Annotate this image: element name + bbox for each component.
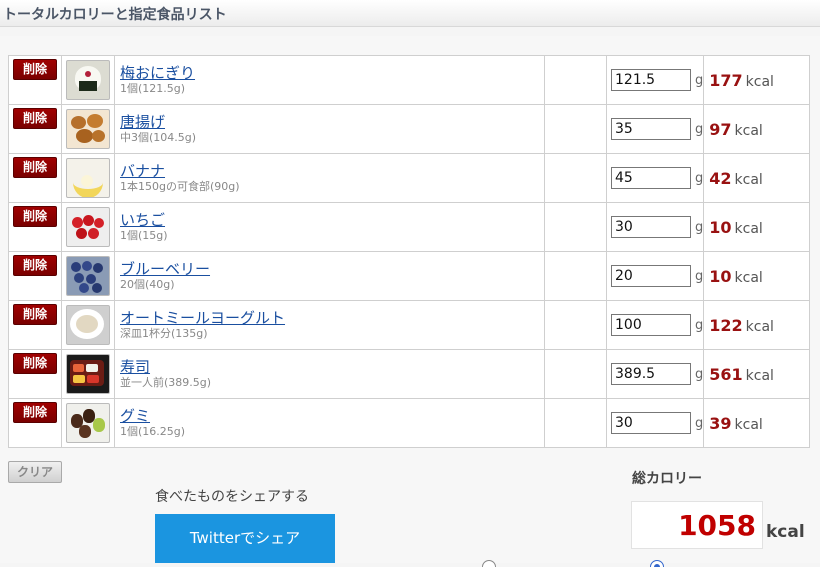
kcal-unit: kcal <box>734 220 763 237</box>
calorie-value: 10 <box>709 266 732 286</box>
total-calorie-label: 総カロリー <box>632 471 702 487</box>
gram-unit: g <box>695 170 704 186</box>
calorie-value: 39 <box>709 413 732 433</box>
gram-unit: g <box>695 415 704 431</box>
table-row: 削除 ブルーベリー20個(40g) g 10kcal <box>8 251 811 301</box>
radio-options-strip <box>480 557 820 567</box>
kcal-unit: kcal <box>734 171 763 188</box>
food-name-link[interactable]: オートミールヨーグルト <box>120 309 544 327</box>
gummy-icon <box>66 403 110 443</box>
calorie-value: 10 <box>709 217 732 237</box>
food-portion: 深皿1杯分(135g) <box>120 326 208 340</box>
food-portion: 1個(121.5g) <box>120 81 186 95</box>
food-name-link[interactable]: 梅おにぎり <box>120 64 544 82</box>
delete-button[interactable]: 削除 <box>13 255 57 276</box>
food-portion: 20個(40g) <box>120 277 175 291</box>
table-row: 削除 バナナ1本150gの可食部(90g) g 42kcal <box>8 153 811 203</box>
kcal-unit: kcal <box>734 122 763 139</box>
calorie-value: 561 <box>709 364 743 384</box>
amount-input[interactable] <box>611 265 691 287</box>
calorie-value: 42 <box>709 168 732 188</box>
radio-button[interactable] <box>482 560 496 567</box>
total-calorie-unit: kcal <box>766 522 805 542</box>
amount-input[interactable] <box>611 118 691 140</box>
blueberry-icon <box>66 256 110 296</box>
strawberry-icon <box>66 207 110 247</box>
kcal-unit: kcal <box>745 318 774 335</box>
food-name-link[interactable]: 唐揚げ <box>120 113 544 131</box>
calorie-value: 122 <box>709 315 743 335</box>
gram-unit: g <box>695 72 704 88</box>
gram-unit: g <box>695 219 704 235</box>
karaage-icon <box>66 109 110 149</box>
kcal-unit: kcal <box>745 73 774 90</box>
amount-input[interactable] <box>611 412 691 434</box>
delete-button[interactable]: 削除 <box>13 108 57 129</box>
amount-input[interactable] <box>611 167 691 189</box>
kcal-unit: kcal <box>734 416 763 433</box>
food-portion: 1個(16.25g) <box>120 424 186 438</box>
oatmeal-yogurt-icon <box>66 305 110 345</box>
total-calorie-box: 1058 <box>631 501 763 549</box>
table-row: 削除 グミ1個(16.25g) g 39kcal <box>8 398 811 448</box>
gram-unit: g <box>695 366 704 382</box>
banana-icon <box>66 158 110 198</box>
header-bar: トータルカロリーと指定食品リスト <box>0 0 820 27</box>
calorie-value: 97 <box>709 119 732 139</box>
food-name-link[interactable]: 寿司 <box>120 358 544 376</box>
delete-button[interactable]: 削除 <box>13 157 57 178</box>
amount-input[interactable] <box>611 216 691 238</box>
amount-input[interactable] <box>611 363 691 385</box>
food-portion: 1本150gの可食部(90g) <box>120 179 240 193</box>
amount-input[interactable] <box>611 314 691 336</box>
page-title: トータルカロリーと指定食品リスト <box>3 7 227 23</box>
clear-button[interactable]: クリア <box>8 461 62 483</box>
calorie-value: 177 <box>709 70 743 90</box>
kcal-unit: kcal <box>745 367 774 384</box>
food-portion: 並一人前(389.5g) <box>120 375 212 389</box>
table-row: 削除 梅おにぎり1個(121.5g) g 177kcal <box>8 55 811 105</box>
food-name-link[interactable]: グミ <box>120 407 544 425</box>
food-table: 削除 梅おにぎり1個(121.5g) g 177kcal 削除 唐揚げ中3個(1… <box>8 55 811 448</box>
table-row: 削除 寿司並一人前(389.5g) g 561kcal <box>8 349 811 399</box>
food-name-link[interactable]: バナナ <box>120 162 544 180</box>
delete-button[interactable]: 削除 <box>13 206 57 227</box>
table-row: 削除 オートミールヨーグルト深皿1杯分(135g) g 122kcal <box>8 300 811 350</box>
total-calorie-value: 1058 <box>678 509 756 542</box>
food-portion: 中3個(104.5g) <box>120 130 197 144</box>
food-name-link[interactable]: いちご <box>120 211 544 229</box>
main-panel: 削除 梅おにぎり1個(121.5g) g 177kcal 削除 唐揚げ中3個(1… <box>0 36 820 567</box>
onigiri-icon <box>66 60 110 100</box>
gram-unit: g <box>695 121 704 137</box>
amount-input[interactable] <box>611 69 691 91</box>
gram-unit: g <box>695 268 704 284</box>
radio-button-selected[interactable] <box>650 560 664 567</box>
table-row: 削除 いちご1個(15g) g 10kcal <box>8 202 811 252</box>
gram-unit: g <box>695 317 704 333</box>
share-label: 食べたものをシェアする <box>155 489 309 505</box>
food-portion: 1個(15g) <box>120 228 168 242</box>
table-row: 削除 唐揚げ中3個(104.5g) g 97kcal <box>8 104 811 154</box>
twitter-share-button[interactable]: Twitterでシェア <box>155 514 335 563</box>
delete-button[interactable]: 削除 <box>13 304 57 325</box>
food-name-link[interactable]: ブルーベリー <box>120 260 544 278</box>
kcal-unit: kcal <box>734 269 763 286</box>
delete-button[interactable]: 削除 <box>13 353 57 374</box>
delete-button[interactable]: 削除 <box>13 402 57 423</box>
sushi-icon <box>66 354 110 394</box>
delete-button[interactable]: 削除 <box>13 59 57 80</box>
